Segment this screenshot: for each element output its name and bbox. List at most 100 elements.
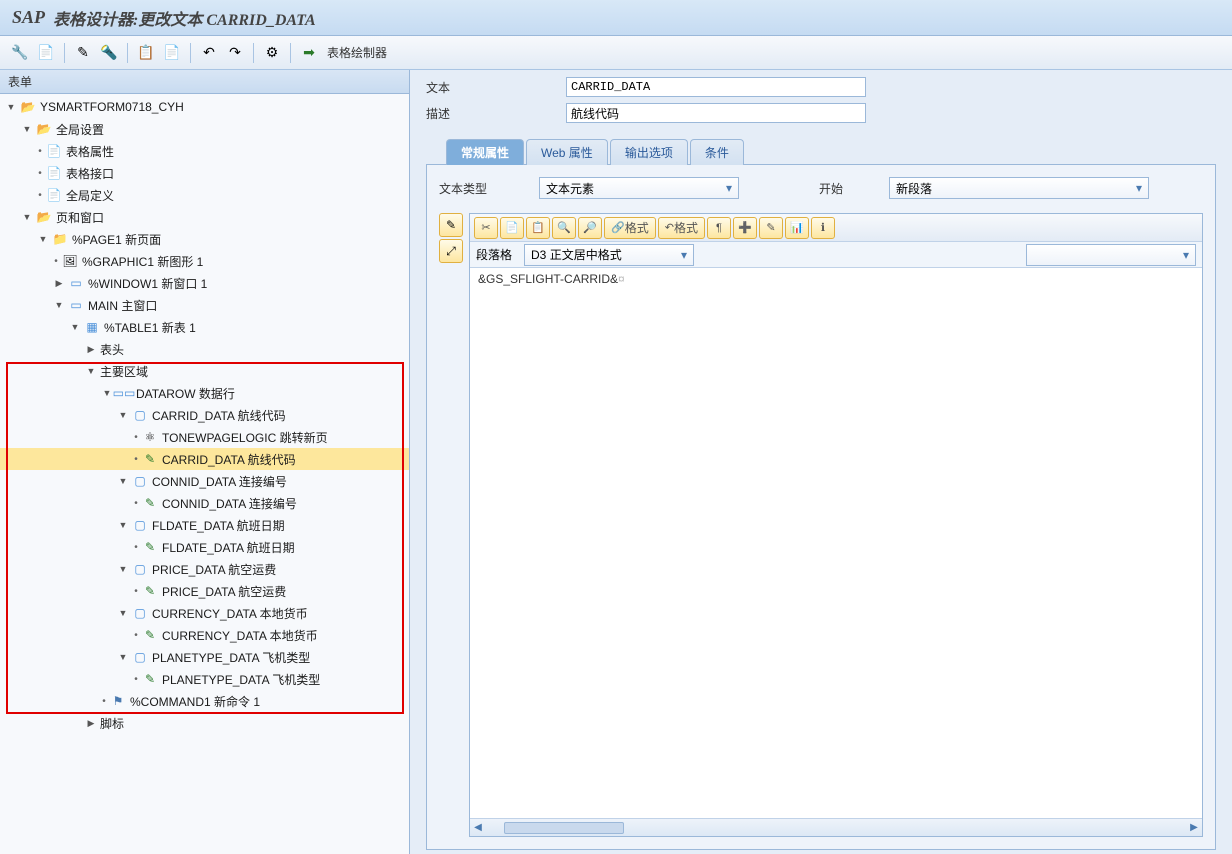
tree-expander-icon[interactable]: ▼ (116, 562, 130, 576)
tree-expander-icon[interactable]: ▼ (20, 210, 34, 224)
editor-fullscreen-button[interactable]: ⤢ (439, 239, 463, 263)
insert-field-button[interactable]: ➕ (733, 217, 757, 239)
tree-item[interactable]: •✎CURRENCY_DATA 本地货币 (0, 624, 409, 646)
char-format-dropdown[interactable] (1026, 244, 1196, 266)
painter-arrow-icon[interactable]: ➡ (297, 41, 321, 65)
find-button[interactable]: 🔍 (552, 217, 576, 239)
settings-button[interactable]: ⚙ (260, 41, 284, 65)
tree-item[interactable]: ▼▢PLANETYPE_DATA 飞机类型 (0, 646, 409, 668)
tree-item[interactable]: •✎PLANETYPE_DATA 飞机类型 (0, 668, 409, 690)
tree-item[interactable]: ▼▢CARRID_DATA 航线代码 (0, 404, 409, 426)
separator (127, 43, 128, 63)
tree-expander-icon[interactable]: ▼ (116, 408, 130, 422)
tree-item[interactable]: •⚑%COMMAND1 新命令 1 (0, 690, 409, 712)
paragraph-button[interactable]: ¶ (707, 217, 731, 239)
undo-button[interactable]: ↶ (197, 41, 221, 65)
paragraph-format-dropdown[interactable]: D3 正文居中格式 (524, 244, 694, 266)
tree-item[interactable]: ▼📂页和窗口 (0, 206, 409, 228)
copy-button[interactable]: 📄 (500, 217, 524, 239)
tree-item[interactable]: •✎CARRID_DATA 航线代码 (0, 448, 409, 470)
tree-item[interactable]: ▼📁%PAGE1 新页面 (0, 228, 409, 250)
folder-open-icon: 📂 (36, 121, 52, 137)
format-button[interactable]: 📊 (785, 217, 809, 239)
tree-item[interactable]: ▼▢PRICE_DATA 航空运费 (0, 558, 409, 580)
tree-item[interactable]: •✎CONNID_DATA 连接编号 (0, 492, 409, 514)
tree-item[interactable]: •📄表格接口 (0, 162, 409, 184)
tab-strip: 常规属性 Web 属性 输出选项 条件 (426, 138, 1216, 165)
scrollbar-thumb[interactable] (504, 822, 624, 834)
folder-open-icon: 📂 (20, 99, 36, 115)
tree-expander-icon[interactable]: ▶ (84, 716, 98, 730)
paste-button[interactable]: 📄 (160, 41, 184, 65)
tree-item[interactable]: •🖼%GRAPHIC1 新图形 1 (0, 250, 409, 272)
activate-button[interactable]: 🔦 (97, 41, 121, 65)
tree-item-label: CURRENCY_DATA 本地货币 (152, 605, 308, 622)
tree-item[interactable]: ▼▢FLDATE_DATA 航班日期 (0, 514, 409, 536)
tab-output[interactable]: 输出选项 (610, 139, 688, 165)
separator (290, 43, 291, 63)
tree-expander-icon[interactable]: ▼ (68, 320, 82, 334)
tree-item[interactable]: •⚛TONEWPAGELOGIC 跳转新页 (0, 426, 409, 448)
tree-item[interactable]: ▼▢CONNID_DATA 连接编号 (0, 470, 409, 492)
bullet-icon: • (132, 498, 140, 509)
char-format-button[interactable]: 🔗格式 (604, 217, 656, 239)
tree-expander-icon[interactable]: ▼ (116, 650, 130, 664)
page-icon: 📄 (46, 143, 62, 159)
undo-format-button[interactable]: ↶格式 (658, 217, 705, 239)
bullet-icon: • (132, 432, 140, 443)
tree-expander-icon[interactable]: ▶ (52, 276, 66, 290)
tree-item[interactable]: ▶脚标 (0, 712, 409, 734)
command-icon: ⚑ (110, 693, 126, 709)
tree-item[interactable]: •✎PRICE_DATA 航空运费 (0, 580, 409, 602)
tab-content-general: 文本类型 文本元素 开始 新段落 ✎ ⤢ ✂ 📄 📋 🔍 🔎 (426, 165, 1216, 850)
paste-button[interactable]: 📋 (526, 217, 550, 239)
description-input[interactable] (566, 103, 866, 123)
tree-expander-icon[interactable]: ▼ (84, 364, 98, 378)
form-tree[interactable]: ▼📂YSMARTFORM0718_CYH▼📂全局设置•📄表格属性•📄表格接口•📄… (0, 94, 409, 854)
tree-expander-icon[interactable]: ▶ (84, 342, 98, 356)
text-name-input[interactable] (566, 77, 866, 97)
tab-general[interactable]: 常规属性 (446, 139, 524, 165)
check-button[interactable]: ✎ (71, 41, 95, 65)
separator (253, 43, 254, 63)
tree-item[interactable]: ▼▭▭DATAROW 数据行 (0, 382, 409, 404)
scroll-left-icon[interactable]: ◀ (470, 820, 486, 836)
editor-body[interactable]: &GS_SFLIGHT-CARRID&¤ (470, 268, 1202, 818)
text-type-dropdown[interactable]: 文本元素 (539, 177, 739, 199)
tree-item[interactable]: •✎FLDATE_DATA 航班日期 (0, 536, 409, 558)
scroll-right-icon[interactable]: ▶ (1186, 820, 1202, 836)
tree-item[interactable]: ▼📂YSMARTFORM0718_CYH (0, 96, 409, 118)
text-icon: ✎ (142, 627, 158, 643)
display-toggle-button[interactable]: 🔧 (8, 41, 32, 65)
tree-item[interactable]: ▼▦%TABLE1 新表 1 (0, 316, 409, 338)
create-button[interactable]: 📄 (34, 41, 58, 65)
info-button[interactable]: ℹ (811, 217, 835, 239)
tree-expander-icon[interactable]: ▼ (4, 100, 18, 114)
tree-item[interactable]: ▼📂全局设置 (0, 118, 409, 140)
tree-expander-icon[interactable]: ▼ (52, 298, 66, 312)
edit-button[interactable]: ✎ (759, 217, 783, 239)
painter-label[interactable]: 表格绘制器 (327, 44, 387, 61)
tree-expander-icon[interactable]: ▼ (116, 606, 130, 620)
tree-item[interactable]: ▼▢CURRENCY_DATA 本地货币 (0, 602, 409, 624)
tree-expander-icon[interactable]: ▼ (36, 232, 50, 246)
tree-expander-icon[interactable]: ▼ (116, 474, 130, 488)
cut-button[interactable]: ✂ (474, 217, 498, 239)
text-icon: ✎ (142, 495, 158, 511)
tree-item[interactable]: ▼▭MAIN 主窗口 (0, 294, 409, 316)
tree-item[interactable]: ▶表头 (0, 338, 409, 360)
horizontal-scrollbar[interactable]: ◀ ▶ (470, 818, 1202, 836)
redo-button[interactable]: ↷ (223, 41, 247, 65)
copy-button[interactable]: 📋 (134, 41, 158, 65)
tree-item[interactable]: ▶▭%WINDOW1 新窗口 1 (0, 272, 409, 294)
tree-item[interactable]: •📄全局定义 (0, 184, 409, 206)
start-dropdown[interactable]: 新段落 (889, 177, 1149, 199)
editor-expand-button[interactable]: ✎ (439, 213, 463, 237)
tree-item[interactable]: ▼主要区域 (0, 360, 409, 382)
find-next-button[interactable]: 🔎 (578, 217, 602, 239)
tree-expander-icon[interactable]: ▼ (116, 518, 130, 532)
tab-condition[interactable]: 条件 (690, 139, 744, 165)
tab-web[interactable]: Web 属性 (526, 139, 608, 165)
tree-expander-icon[interactable]: ▼ (20, 122, 34, 136)
tree-item[interactable]: •📄表格属性 (0, 140, 409, 162)
